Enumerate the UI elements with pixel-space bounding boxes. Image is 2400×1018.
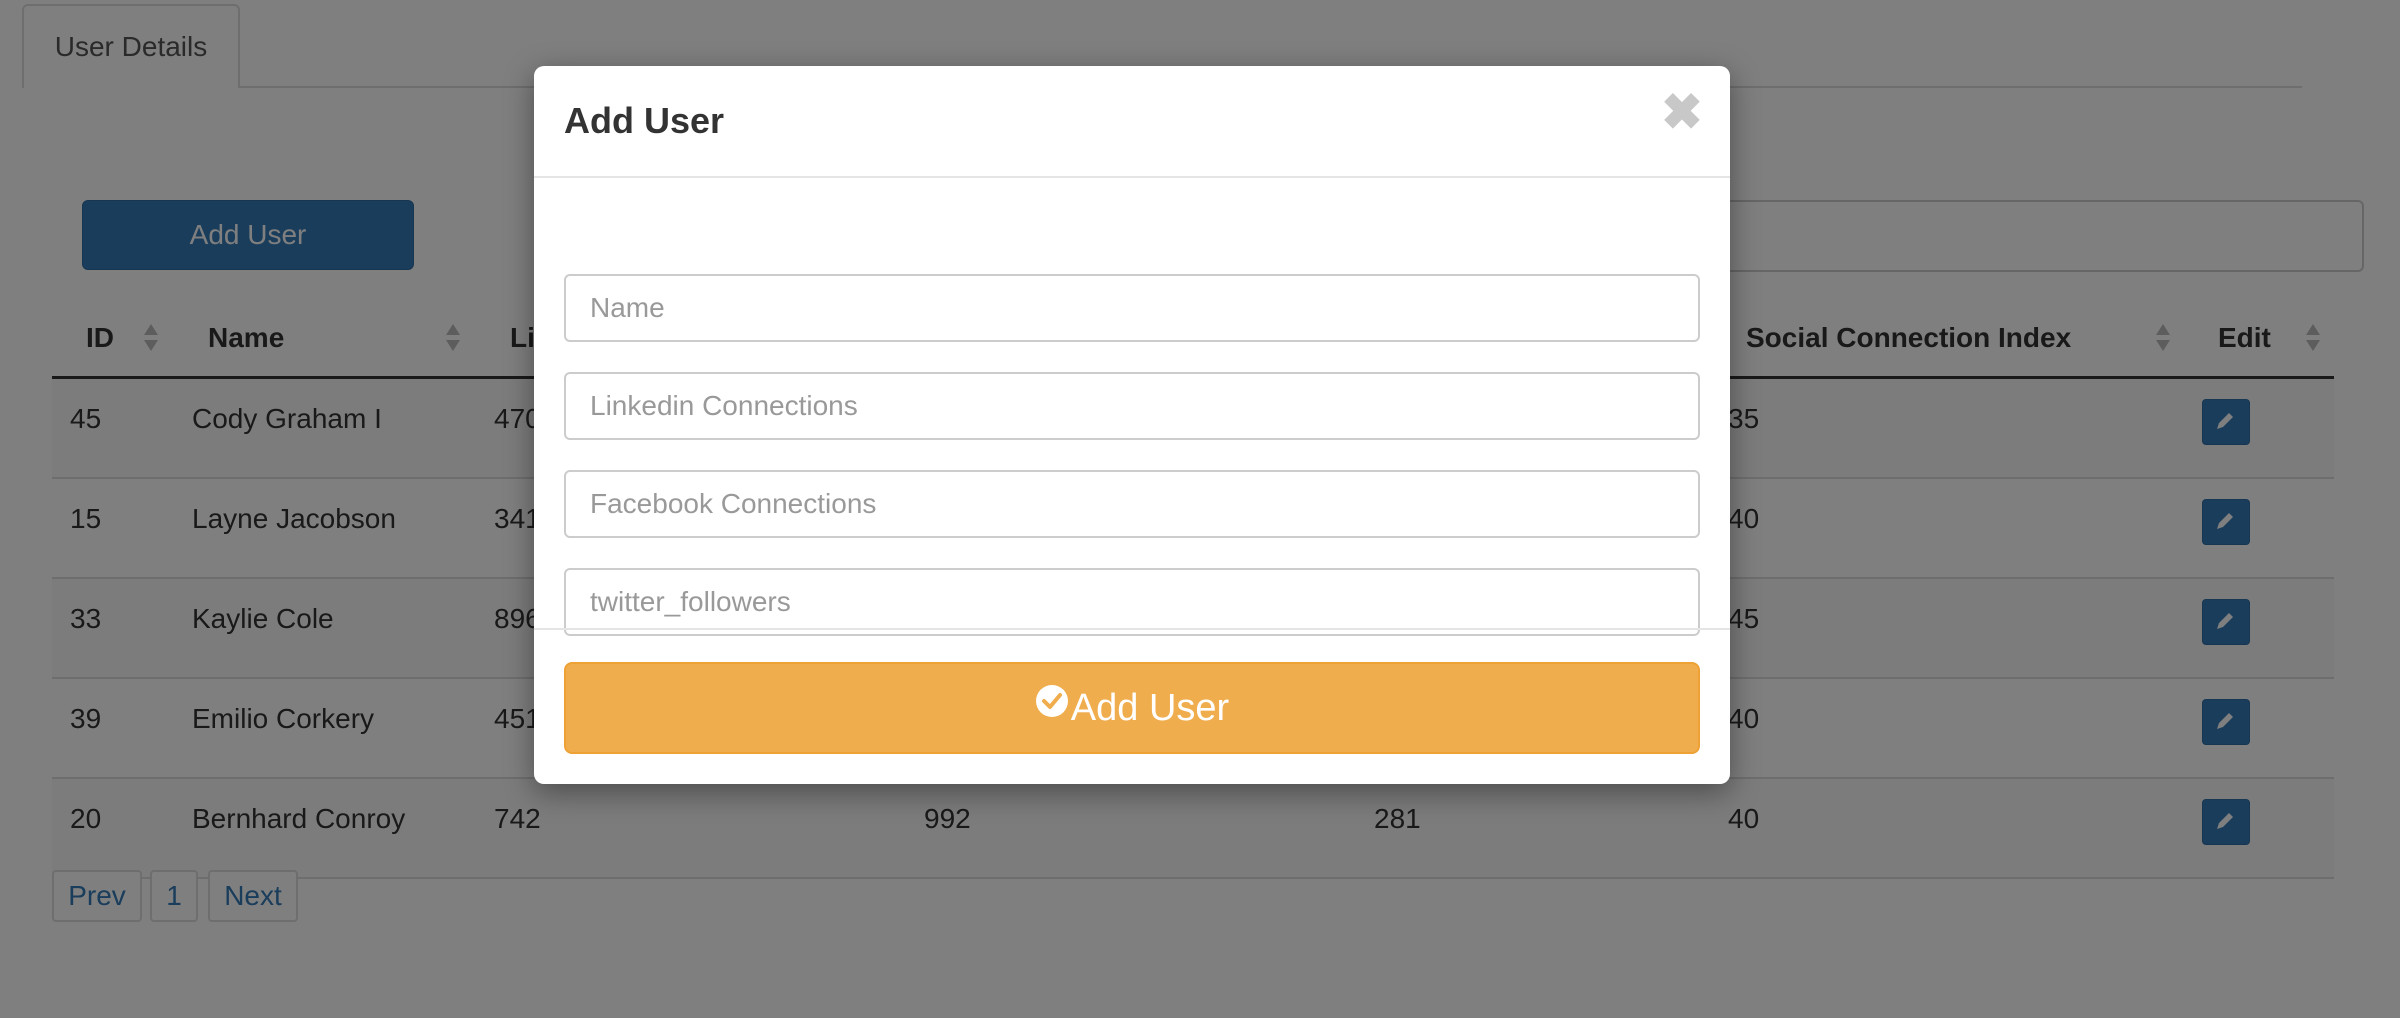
modal-header: Add User ✖ [534,66,1730,178]
linkedin-connections-field[interactable] [564,372,1700,440]
twitter-followers-field[interactable] [564,568,1700,636]
add-user-modal: Add User ✖ Add User [534,66,1730,784]
modal-title: Add User [564,100,725,141]
user-details-page: User Details Add User ID Name Li Social … [0,0,2400,1018]
submit-label: Add User [1070,687,1230,729]
facebook-connections-field[interactable] [564,470,1700,538]
close-icon[interactable]: ✖ [1660,87,1704,137]
modal-footer-divider [534,628,1730,630]
submit-add-user-button[interactable]: Add User [564,662,1700,754]
name-field[interactable] [564,274,1700,342]
check-circle-icon [1035,662,1069,750]
